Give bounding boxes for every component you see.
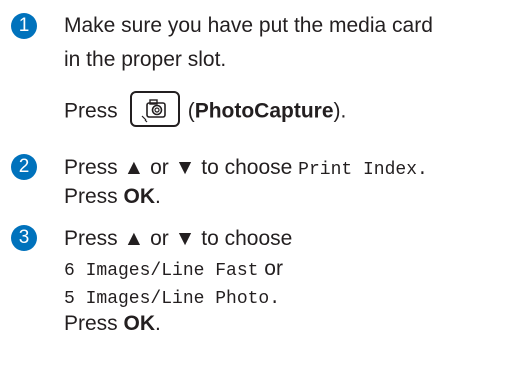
period: . — [155, 185, 161, 208]
step-2-choose-line: Press ▲ or ▼ to choose Print Index. — [64, 156, 428, 182]
ok-key-label: OK — [123, 312, 156, 335]
menu-option-6-images-line-fast: 6 Images/Line Fast — [64, 261, 259, 281]
step-number-badge: 3 — [11, 225, 37, 251]
or-text: or — [264, 257, 283, 280]
paren-open: ( — [187, 99, 195, 123]
step-3-press-ok-line: Press OK. — [64, 312, 161, 336]
photocapture-button — [129, 91, 180, 127]
step-1-line-1: Make sure you have put the media card — [64, 14, 433, 37]
step-1-press-line: Press (PhotoCapture). — [64, 91, 347, 130]
step-3-choose-line: Press ▲ or ▼ to choose — [64, 227, 293, 250]
step-3-option-1-line: 6 Images/Line Fast or — [64, 257, 283, 283]
step-1-line-2: in the proper slot. — [64, 48, 227, 71]
press-label: Press — [64, 312, 118, 335]
step-number-badge: 1 — [11, 13, 37, 39]
photocapture-label: PhotoCapture — [194, 99, 334, 123]
choose-text: Press ▲ or ▼ to choose — [64, 156, 293, 179]
step-2-press-ok-line: Press OK. — [64, 185, 161, 209]
step-3-option-2-line: 5 Images/Line Photo. — [64, 285, 280, 311]
press-label: Press — [64, 185, 118, 208]
menu-option-print-index: Print Index. — [298, 160, 428, 180]
press-label: Press — [64, 99, 118, 123]
step-number-badge: 2 — [11, 154, 37, 180]
menu-option-5-images-line-photo: 5 Images/Line Photo. — [64, 289, 281, 309]
ok-key-label: OK — [123, 185, 156, 208]
camera-icon — [141, 99, 166, 123]
paren-close: ). — [333, 99, 347, 123]
period: . — [155, 312, 161, 335]
